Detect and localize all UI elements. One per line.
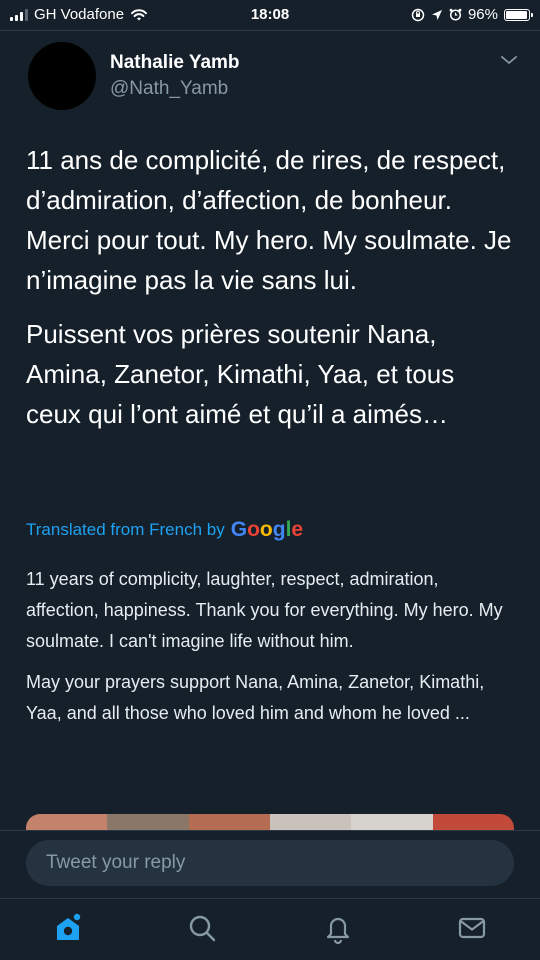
translation-paragraph: May your prayers support Nana, Amina, Za… xyxy=(26,672,485,723)
messages-icon[interactable] xyxy=(455,911,489,945)
translated-label: Translated from French by xyxy=(26,520,225,539)
search-icon[interactable] xyxy=(185,911,219,945)
battery-percentage: 96% xyxy=(467,6,498,23)
avatar[interactable] xyxy=(28,42,96,110)
translation-paragraph: 11 years of complicity, laughter, respec… xyxy=(26,569,503,651)
status-divider xyxy=(0,30,540,31)
tweet-paragraph: 11 ans de complicité, de rires, de respe… xyxy=(26,145,512,295)
google-logo: Google xyxy=(230,518,304,541)
alarm-icon xyxy=(449,8,462,21)
reply-box[interactable] xyxy=(26,840,514,886)
author-handle[interactable]: @Nath_Yamb xyxy=(110,78,228,100)
translated-by[interactable]: Translated from French by Google xyxy=(26,518,303,542)
notifications-icon[interactable] xyxy=(321,911,355,945)
location-arrow-icon xyxy=(431,9,442,20)
tweet-paragraph: Puissent vos prières soutenir Nana, Amin… xyxy=(26,319,455,429)
screen-rotation-lock-icon xyxy=(411,8,425,21)
media-preview[interactable] xyxy=(26,814,514,830)
author-name[interactable]: Nathalie Yamb xyxy=(110,52,240,74)
status-bar: GH Vodafone 18:08 96% xyxy=(0,0,540,30)
battery-icon xyxy=(504,8,533,21)
translation-text: 11 years of complicity, laughter, respec… xyxy=(26,564,516,739)
chevron-down-icon[interactable] xyxy=(500,54,518,66)
reply-input[interactable] xyxy=(44,851,488,875)
tab-bar xyxy=(0,899,540,960)
status-right: 96% xyxy=(411,6,533,23)
tweet-text: 11 ans de complicité, de rires, de respe… xyxy=(26,140,512,448)
tweet-header: Nathalie Yamb @Nath_Yamb xyxy=(24,40,524,120)
home-icon[interactable] xyxy=(51,911,85,945)
reply-divider xyxy=(0,830,540,831)
